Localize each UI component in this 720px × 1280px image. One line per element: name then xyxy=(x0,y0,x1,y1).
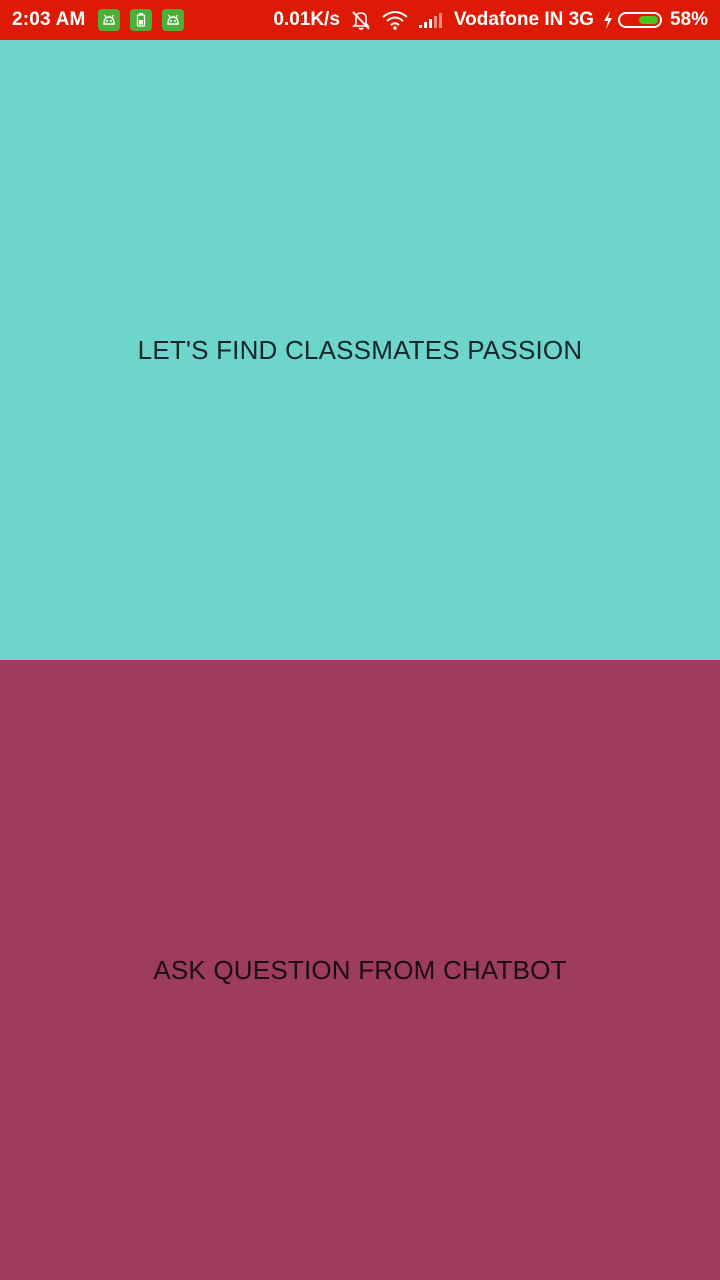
status-bar-left: 2:03 AM xyxy=(12,9,194,31)
status-time: 2:03 AM xyxy=(12,9,86,30)
status-bar: 2:03 AM 0.01K/s Vodafone IN 3G 58% xyxy=(0,0,720,40)
network-speed: 0.01K/s xyxy=(273,9,340,30)
android-app-icon xyxy=(97,9,120,31)
carrier-name: Vodafone IN 3G xyxy=(453,9,594,30)
find-classmates-passion-button[interactable]: LET'S FIND CLASSMATES PASSION xyxy=(0,40,720,660)
bell-muted-icon xyxy=(350,9,372,31)
ask-chatbot-button[interactable]: ASK QUESTION FROM CHATBOT xyxy=(0,660,720,1280)
battery-percent: 58% xyxy=(669,9,708,30)
battery-level-fill xyxy=(638,16,658,24)
charging-bolt-icon xyxy=(602,10,614,30)
android-app-icon xyxy=(161,9,184,31)
cell-signal-icon xyxy=(418,11,444,29)
status-bar-right: 0.01K/s Vodafone IN 3G 58% xyxy=(273,9,708,31)
find-classmates-passion-label: LET'S FIND CLASSMATES PASSION xyxy=(137,334,583,365)
ask-chatbot-label: ASK QUESTION FROM CHATBOT xyxy=(153,954,567,985)
battery-app-icon xyxy=(129,9,152,31)
wifi-icon xyxy=(382,10,408,30)
battery-icon xyxy=(617,12,662,28)
